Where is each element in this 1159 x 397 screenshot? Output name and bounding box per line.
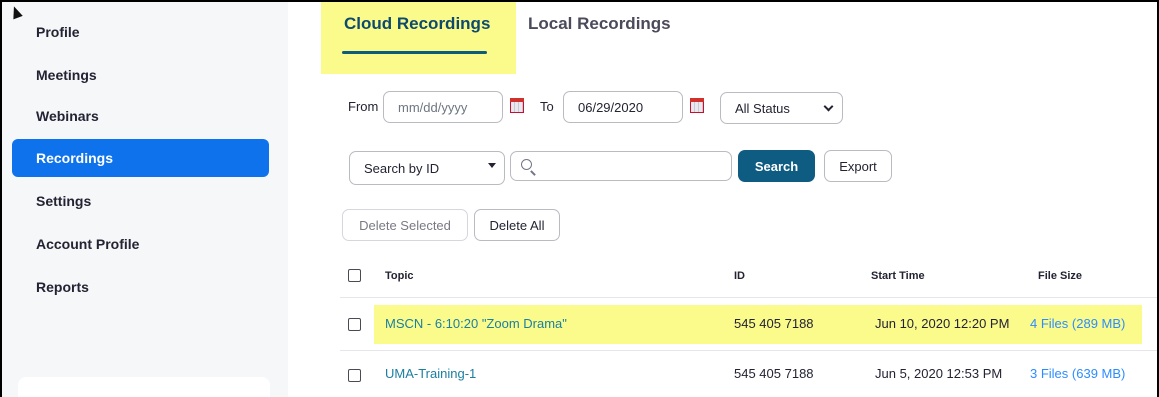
sidebar-item-profile[interactable]: Profile — [12, 13, 269, 51]
sidebar-item-webinars[interactable]: Webinars — [12, 97, 269, 135]
caret-down-icon — [488, 163, 496, 168]
search-by-select[interactable]: Search by ID — [349, 151, 505, 185]
recording-topic-link[interactable]: MSCN - 6:10:20 "Zoom Drama" — [385, 316, 567, 331]
sidebar-card — [18, 377, 270, 397]
tab-cloud-recordings[interactable]: Cloud Recordings — [344, 14, 490, 34]
to-date-input[interactable]: 06/29/2020 — [563, 91, 683, 123]
tab-highlight — [321, 2, 516, 74]
start-time: Jun 10, 2020 12:20 PM — [875, 316, 1010, 331]
sidebar-item-account-profile[interactable]: Account Profile — [12, 225, 269, 263]
status-select-value: All Status — [735, 100, 790, 116]
meeting-id: 545 405 7188 — [734, 366, 814, 381]
sidebar-item-label: Reports — [36, 279, 89, 295]
column-header-id[interactable]: ID — [734, 270, 745, 282]
row-divider — [340, 350, 1159, 351]
row-checkbox[interactable] — [348, 318, 361, 331]
header-divider — [340, 297, 1159, 298]
sidebar-item-meetings[interactable]: Meetings — [12, 56, 269, 94]
from-date-input[interactable]: mm/dd/yyyy — [383, 91, 503, 123]
sidebar-item-label: Account Profile — [36, 236, 140, 252]
start-time: Jun 5, 2020 12:53 PM — [875, 366, 1003, 381]
delete-all-button[interactable]: Delete All — [474, 209, 560, 241]
calendar-icon[interactable] — [690, 98, 704, 113]
meeting-id: 545 405 7188 — [734, 316, 814, 331]
tab-local-recordings[interactable]: Local Recordings — [528, 14, 671, 34]
search-input[interactable] — [510, 151, 732, 181]
delete-selected-button[interactable]: Delete Selected — [342, 209, 468, 241]
calendar-icon[interactable] — [510, 98, 524, 113]
sidebar-item-label: Meetings — [36, 67, 97, 83]
file-size-link[interactable]: 3 Files (639 MB) — [1030, 366, 1125, 381]
sidebar: Profile Meetings Webinars Recordings Set… — [2, 2, 288, 397]
column-header-topic[interactable]: Topic — [385, 270, 414, 282]
search-button[interactable]: Search — [738, 150, 815, 182]
sidebar-item-label: Webinars — [36, 108, 99, 124]
file-size-link[interactable]: 4 Files (289 MB) — [1030, 316, 1125, 331]
column-header-file-size[interactable]: File Size — [1038, 270, 1082, 282]
chevron-down-icon — [823, 101, 834, 112]
column-header-start-time[interactable]: Start Time — [871, 270, 925, 282]
status-select[interactable]: All Status — [720, 92, 843, 124]
active-tab-underline — [342, 51, 487, 54]
search-by-value: Search by ID — [364, 160, 440, 176]
export-button[interactable]: Export — [824, 150, 892, 182]
sidebar-item-settings[interactable]: Settings — [12, 182, 269, 220]
row-checkbox[interactable] — [348, 369, 361, 382]
select-all-checkbox[interactable] — [348, 269, 361, 282]
sidebar-item-label: Settings — [36, 193, 92, 209]
sidebar-item-reports[interactable]: Reports — [12, 268, 269, 306]
sidebar-item-label: Recordings — [36, 150, 114, 166]
sidebar-item-recordings[interactable]: Recordings — [12, 139, 269, 177]
sidebar-item-label: Profile — [36, 24, 80, 40]
from-label: From — [348, 99, 379, 114]
search-icon — [521, 159, 532, 170]
to-label: To — [540, 99, 554, 114]
recording-topic-link[interactable]: UMA-Training-1 — [385, 366, 476, 381]
